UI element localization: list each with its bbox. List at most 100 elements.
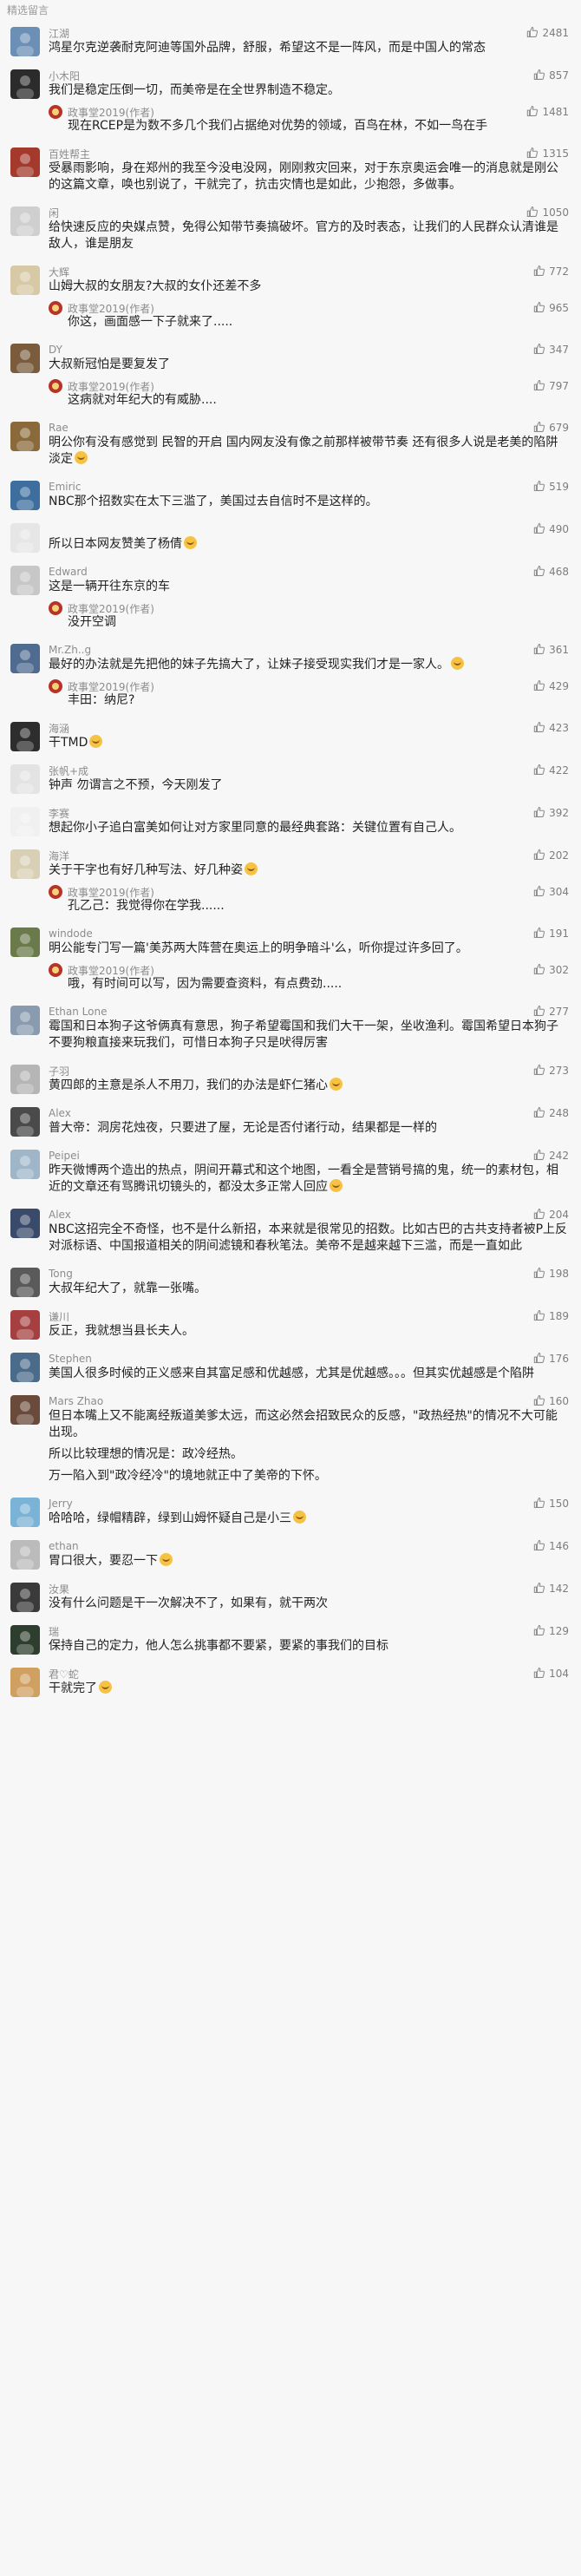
- avatar[interactable]: [10, 1310, 40, 1340]
- like-button[interactable]: 176: [533, 1352, 569, 1367]
- user-name[interactable]: Jerry: [49, 1498, 73, 1510]
- avatar[interactable]: [10, 265, 40, 295]
- like-button[interactable]: 1315: [526, 147, 569, 161]
- user-name[interactable]: 百姓帮主: [49, 147, 90, 161]
- user-name[interactable]: windode: [49, 927, 93, 940]
- user-name[interactable]: 李赛: [49, 806, 69, 821]
- avatar[interactable]: [10, 422, 40, 451]
- user-name[interactable]: Emiric: [49, 481, 81, 493]
- user-name[interactable]: Tong: [49, 1268, 73, 1280]
- avatar[interactable]: [10, 1150, 40, 1179]
- user-name[interactable]: 汝果: [49, 1582, 69, 1596]
- user-name[interactable]: 小木阳: [49, 69, 80, 83]
- avatar[interactable]: [10, 927, 40, 957]
- avatar[interactable]: [10, 1209, 40, 1238]
- avatar[interactable]: [10, 1395, 40, 1425]
- user-name[interactable]: 张帆+成: [49, 764, 88, 778]
- user-name[interactable]: 君♡蛇: [49, 1667, 79, 1681]
- avatar[interactable]: [10, 807, 40, 836]
- avatar[interactable]: [10, 722, 40, 751]
- avatar[interactable]: [10, 1107, 40, 1137]
- avatar[interactable]: [10, 69, 40, 99]
- like-button[interactable]: 965: [533, 301, 569, 316]
- avatar[interactable]: [10, 849, 40, 879]
- avatar[interactable]: [10, 644, 40, 673]
- like-button[interactable]: 519: [533, 480, 569, 495]
- user-name[interactable]: ethan: [49, 1540, 79, 1552]
- avatar[interactable]: [10, 1668, 40, 1697]
- user-name[interactable]: 瑞: [49, 1624, 59, 1639]
- like-button[interactable]: 104: [533, 1667, 569, 1681]
- like-button[interactable]: 191: [533, 927, 569, 941]
- avatar[interactable]: [10, 764, 40, 794]
- like-button[interactable]: 2481: [526, 26, 569, 41]
- avatar[interactable]: [10, 566, 40, 595]
- user-name[interactable]: 大辉: [49, 265, 69, 279]
- avatar[interactable]: [10, 1540, 40, 1570]
- reply-author[interactable]: 政事堂2019(作者): [49, 301, 154, 316]
- avatar[interactable]: [10, 147, 40, 177]
- user-name[interactable]: 谦川: [49, 1309, 69, 1324]
- avatar[interactable]: [10, 481, 40, 510]
- avatar[interactable]: [10, 27, 40, 56]
- avatar[interactable]: [10, 1353, 40, 1382]
- user-name[interactable]: 海洋: [49, 849, 69, 863]
- like-button[interactable]: 202: [533, 849, 569, 863]
- like-button[interactable]: 204: [533, 1208, 569, 1222]
- user-name[interactable]: Peipei: [49, 1150, 80, 1162]
- like-button[interactable]: 423: [533, 721, 569, 736]
- like-button[interactable]: 189: [533, 1309, 569, 1324]
- user-name[interactable]: 闲: [49, 206, 59, 220]
- like-button[interactable]: 361: [533, 643, 569, 658]
- like-button[interactable]: 150: [533, 1497, 569, 1511]
- like-button[interactable]: 248: [533, 1106, 569, 1121]
- user-name[interactable]: Alex: [49, 1209, 71, 1221]
- avatar[interactable]: [10, 1065, 40, 1094]
- user-name[interactable]: Mars Zhao: [49, 1395, 103, 1407]
- user-name[interactable]: Ethan Lone: [49, 1006, 107, 1018]
- like-button[interactable]: 198: [533, 1267, 569, 1281]
- reply-author[interactable]: 政事堂2019(作者): [49, 105, 154, 120]
- like-button[interactable]: 129: [533, 1624, 569, 1639]
- like-button[interactable]: 797: [533, 379, 569, 394]
- like-button[interactable]: 468: [533, 565, 569, 580]
- like-button[interactable]: 1050: [526, 206, 569, 220]
- avatar[interactable]: [10, 206, 40, 236]
- like-button[interactable]: 273: [533, 1064, 569, 1078]
- like-button[interactable]: 347: [533, 343, 569, 357]
- reply-author[interactable]: 政事堂2019(作者): [49, 601, 154, 616]
- user-name[interactable]: Mr.Zh..g: [49, 644, 91, 656]
- reply-author[interactable]: 政事堂2019(作者): [49, 885, 154, 900]
- like-button[interactable]: 490: [533, 522, 569, 537]
- like-button[interactable]: 146: [533, 1539, 569, 1554]
- like-button[interactable]: 392: [533, 806, 569, 821]
- like-button[interactable]: 160: [533, 1394, 569, 1409]
- like-button[interactable]: 422: [533, 764, 569, 778]
- user-name[interactable]: Edward: [49, 566, 88, 578]
- avatar[interactable]: [10, 523, 40, 553]
- avatar[interactable]: [10, 344, 40, 373]
- reply-author[interactable]: 政事堂2019(作者): [49, 679, 154, 694]
- reply-author[interactable]: 政事堂2019(作者): [49, 963, 154, 978]
- user-name[interactable]: DY: [49, 344, 62, 356]
- avatar[interactable]: [10, 1625, 40, 1655]
- user-name[interactable]: 海涵: [49, 721, 69, 736]
- like-button[interactable]: 857: [533, 69, 569, 83]
- user-name[interactable]: 江湖: [49, 26, 69, 41]
- like-button[interactable]: 429: [533, 679, 569, 694]
- like-button[interactable]: 679: [533, 421, 569, 436]
- user-name[interactable]: Rae: [49, 422, 69, 434]
- like-button[interactable]: 304: [533, 885, 569, 900]
- like-button[interactable]: 142: [533, 1582, 569, 1596]
- user-name[interactable]: Stephen: [49, 1353, 92, 1365]
- like-button[interactable]: 302: [533, 963, 569, 978]
- avatar[interactable]: [10, 1006, 40, 1035]
- like-button[interactable]: 242: [533, 1149, 569, 1163]
- user-name[interactable]: Alex: [49, 1107, 71, 1119]
- avatar[interactable]: [10, 1583, 40, 1612]
- avatar[interactable]: [10, 1498, 40, 1527]
- user-name[interactable]: 子羽: [49, 1064, 69, 1078]
- reply-author[interactable]: 政事堂2019(作者): [49, 379, 154, 394]
- avatar[interactable]: [10, 1268, 40, 1297]
- like-button[interactable]: 772: [533, 265, 569, 279]
